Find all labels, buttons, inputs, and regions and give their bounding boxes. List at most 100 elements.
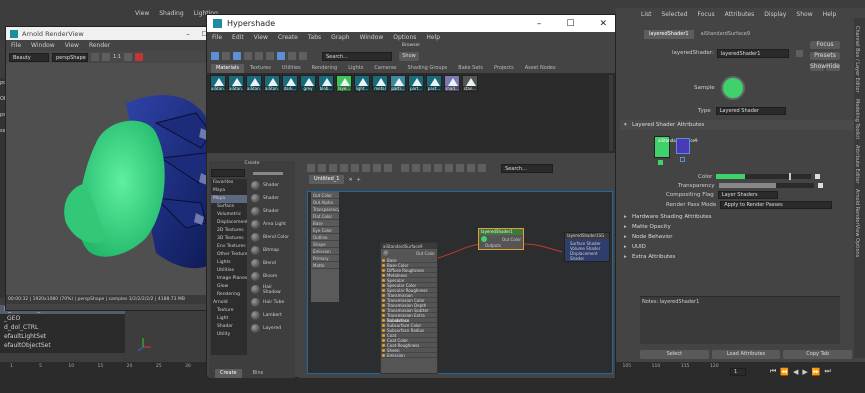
create-slider[interactable] — [253, 171, 283, 175]
tab-materials[interactable]: Materials — [211, 63, 244, 73]
camera-select[interactable]: perspShape — [52, 52, 88, 62]
hs-menu-create[interactable]: Create — [273, 34, 303, 41]
tab-bake-sets[interactable]: Bake Sets — [453, 64, 488, 73]
sort-name-icon[interactable] — [288, 52, 296, 60]
graph-mode2-icon[interactable] — [423, 164, 431, 172]
graph-frame-icon[interactable] — [384, 164, 392, 172]
create-tree-item[interactable]: Rendering — [211, 291, 247, 299]
create-tree-item[interactable]: Glow — [211, 283, 247, 291]
browser-scrollbar[interactable] — [609, 75, 613, 151]
tab-cameras[interactable]: Cameras — [369, 64, 401, 73]
material-swatch[interactable]: grey — [300, 75, 316, 92]
hs-menu-window[interactable]: Window — [355, 34, 389, 41]
create-tree-item[interactable]: Env Textures — [211, 243, 247, 251]
prev-key-icon[interactable]: ◀ — [793, 368, 798, 376]
material-swatch[interactable]: aiStan... — [246, 75, 262, 92]
side-tab-channel-box[interactable]: Channel Box / Layer Editor — [854, 26, 860, 93]
grid-view-icon[interactable] — [233, 52, 241, 60]
tab-asset-nodes[interactable]: Asset Nodes — [520, 64, 561, 73]
create-tree-item[interactable]: Other Textures — [211, 251, 247, 259]
graph-mode3-icon[interactable] — [434, 164, 442, 172]
create-node-item[interactable]: Lambert — [249, 309, 291, 322]
tab-rendering[interactable]: Rendering — [307, 64, 343, 73]
create-tree-item[interactable]: Light — [211, 315, 247, 323]
create-node-item[interactable]: Blend — [249, 257, 291, 270]
input-output-icon[interactable] — [222, 52, 230, 60]
step-back-icon[interactable]: ⏪ — [780, 368, 789, 376]
graph-clear-icon[interactable] — [307, 164, 315, 172]
material-swatch[interactable]: past... — [426, 75, 442, 92]
play-icon[interactable]: ▶ — [802, 368, 807, 376]
stop-render-icon[interactable] — [135, 53, 144, 61]
tab-shading-groups[interactable]: Shading Groups — [403, 64, 453, 73]
create-tree-item[interactable]: Arnold — [211, 299, 247, 307]
select-button[interactable]: Select — [640, 349, 709, 359]
focus-button[interactable]: Focus — [810, 41, 840, 49]
close-tab-icon[interactable]: ✕ — [348, 177, 352, 183]
node-aistandardsurface[interactable]: aiStandardSurface9 Out Color Base Base Co… — [380, 242, 438, 374]
sample-swatch[interactable] — [720, 76, 745, 100]
minimize-icon[interactable]: – — [537, 19, 542, 29]
create-node-item[interactable]: Shader — [249, 205, 291, 218]
section-extra-attributes[interactable]: Extra Attributes — [620, 252, 861, 262]
create-tree-item[interactable]: Utility — [211, 331, 247, 339]
copy-tab-button[interactable]: Copy Tab — [783, 349, 853, 359]
node-shadinggroup[interactable]: layeredShader1SG Surface Shader Volume S… — [564, 232, 610, 262]
material-swatch[interactable]: part... — [408, 75, 424, 92]
side-tab-arnold-options[interactable]: Arnold RenderView Options — [854, 189, 860, 257]
hs-menu-options[interactable]: Options — [388, 34, 421, 41]
graph-add-icon[interactable] — [329, 164, 337, 172]
menu-shading[interactable]: Shading — [154, 10, 188, 17]
tab-layeredshader[interactable]: layeredShader1 — [644, 29, 694, 39]
list-view-icon[interactable] — [244, 52, 252, 60]
graph-bookmark-icon[interactable] — [456, 164, 464, 172]
outliner-item[interactable]: d_dol_CTRL — [0, 323, 125, 332]
hs-menu-graph[interactable]: Graph — [326, 34, 354, 41]
transparency-slider[interactable] — [718, 183, 814, 188]
tab-create[interactable]: Create — [215, 369, 242, 378]
create-tree-item[interactable]: 2D Textures — [211, 227, 247, 235]
show-button[interactable]: Show — [810, 63, 826, 71]
hs-menu-file[interactable]: File — [207, 34, 227, 41]
node-attr-row[interactable]: Emission — [381, 353, 437, 358]
material-swatch[interactable]: shad... — [444, 75, 460, 92]
material-swatch[interactable]: aiStan... — [228, 75, 244, 92]
material-swatch[interactable]: dark... — [282, 75, 298, 92]
menu-view[interactable]: View — [130, 10, 154, 17]
rv-menu-window[interactable]: Window — [26, 42, 60, 49]
material-swatch[interactable]: aiStan... — [210, 75, 226, 92]
goto-start-icon[interactable]: ⏮ — [770, 367, 776, 376]
material-swatch[interactable]: metal — [372, 75, 388, 92]
ae-menu-focus[interactable]: Focus — [693, 11, 720, 18]
material-swatch[interactable]: blob... — [318, 75, 334, 92]
transparency-map-icon[interactable] — [817, 183, 823, 188]
play-render-icon[interactable] — [91, 53, 99, 61]
tab-bins[interactable]: Bins — [248, 369, 269, 378]
tab-textures[interactable]: Textures — [245, 64, 276, 73]
side-tab-attribute-editor[interactable]: Attribute Editor — [854, 145, 860, 183]
section-uuid[interactable]: UUID — [620, 242, 861, 252]
graph-rearrange-icon[interactable] — [340, 164, 348, 172]
create-tree-item[interactable]: Volumetric — [211, 211, 247, 219]
close-icon[interactable]: ✕ — [599, 19, 607, 29]
color-slider-handle[interactable] — [789, 173, 791, 180]
rv-menu-view[interactable]: View — [60, 42, 84, 49]
graph-mode1-icon[interactable] — [412, 164, 420, 172]
create-tree-item[interactable]: Favorites — [211, 179, 247, 187]
presets-button[interactable]: Presets — [810, 52, 840, 60]
side-tab-modeling-toolkit[interactable]: Modeling Toolkit — [854, 99, 860, 139]
graph-layout-icon[interactable] — [401, 164, 409, 172]
create-node-item[interactable]: Hair Tube — [249, 296, 291, 309]
outliner-item[interactable]: efaultObjectSet — [0, 341, 125, 350]
hs-menu-edit[interactable]: Edit — [227, 34, 249, 41]
graph-grid-icon[interactable] — [467, 164, 475, 172]
section-layered-attrs[interactable]: Layered Shader Attributes — [620, 120, 861, 130]
notes-area[interactable]: Notes: layeredShader1 — [640, 296, 840, 344]
layer-swatch-blue[interactable] — [676, 138, 690, 154]
ae-menu-show[interactable]: Show — [791, 11, 817, 18]
filter-icon[interactable] — [277, 52, 285, 60]
maximize-icon[interactable]: ☐ — [566, 19, 574, 29]
section-matte-opacity[interactable]: Matte Opacity — [620, 222, 861, 232]
create-node-item[interactable]: Area Light — [249, 218, 291, 231]
hs-menu-help[interactable]: Help — [421, 34, 445, 41]
